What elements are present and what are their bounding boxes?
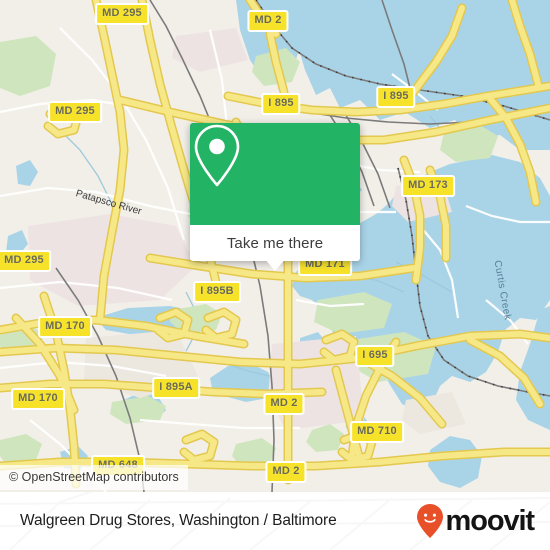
moovit-smiley-pin-icon [416, 504, 443, 538]
highway-shield[interactable]: MD 295 [48, 101, 102, 123]
footer-bar: Walgreen Drug Stores, Washington / Balti… [0, 492, 550, 550]
highway-shield[interactable]: MD 173 [401, 175, 455, 197]
highway-shield[interactable]: MD 2 [265, 461, 307, 483]
highway-shield[interactable]: I 895A [152, 377, 200, 399]
highway-shield[interactable]: MD 710 [350, 421, 404, 443]
highway-shield[interactable]: MD 170 [11, 388, 65, 410]
location-pin-icon [194, 124, 240, 187]
highway-shield[interactable]: MD 295 [0, 250, 51, 272]
highway-shield[interactable]: I 895 [376, 86, 416, 108]
moovit-brand[interactable]: moovit [415, 503, 536, 539]
highway-shield[interactable]: MD 295 [95, 3, 149, 25]
highway-shield[interactable]: MD 2 [247, 10, 289, 32]
callout-icon-area [190, 123, 360, 225]
take-me-there-button[interactable]: Take me there [190, 225, 360, 261]
map-canvas[interactable]: Patapsco River Curtis Creek MD 295 MD 2 … [0, 0, 550, 492]
highway-shield[interactable]: MD 170 [38, 316, 92, 338]
highway-shield[interactable]: MD 2 [263, 393, 305, 415]
moovit-wordmark: moovit [445, 504, 536, 537]
map-attribution[interactable]: © OpenStreetMap contributors [0, 465, 188, 490]
highway-shield[interactable]: I 695 [355, 345, 395, 367]
page-title: Walgreen Drug Stores, Washington / Balti… [20, 512, 337, 529]
highway-shield[interactable]: I 895 [261, 93, 301, 115]
callout-tail [264, 258, 286, 271]
highway-shield[interactable]: I 895B [193, 281, 241, 303]
location-callout-card[interactable]: Take me there [190, 123, 360, 261]
screenshot-root: Patapsco River Curtis Creek MD 295 MD 2 … [0, 0, 550, 550]
